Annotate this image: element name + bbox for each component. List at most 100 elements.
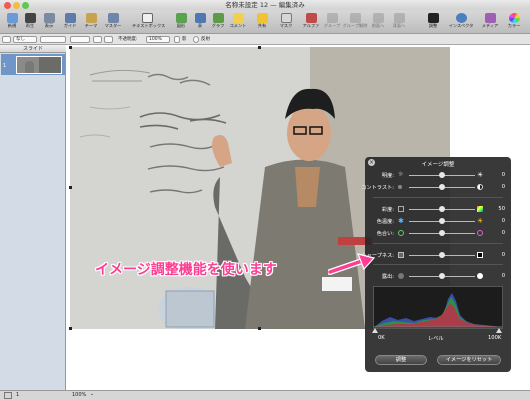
shadow-checkbox[interactable] [174,36,180,43]
slider-knob[interactable] [439,184,445,190]
window-title: 名称未設定 12 — 編集済み [225,1,305,9]
tint-green-icon [398,230,404,236]
sharpness-value: 0 [501,252,505,258]
contrast-label: コントラスト: [361,185,394,191]
color-icon [508,13,520,23]
selection-handle[interactable] [69,46,72,49]
exposure-slider[interactable] [409,273,475,279]
media-icon [484,13,496,23]
toolbar-share-button[interactable]: 共有 [253,12,271,33]
inspector-icon [455,13,467,23]
divider [373,264,503,265]
zoom-select[interactable]: 100% [72,392,86,398]
play-icon [24,13,36,23]
back-icon [393,13,405,23]
contrast-value: 0 [501,184,505,190]
slide-navigator-header: スライド [0,45,66,53]
toolbar-label: インスペクタ [448,23,474,28]
zoom-chevron-icon[interactable]: ⌄ [90,391,94,397]
slide-thumbnail[interactable] [16,56,62,74]
brightness-row: 明度: ☼ ☀ 0 [365,171,511,180]
sharpness-slider[interactable] [409,252,475,258]
exposure-value: 0 [501,273,505,279]
exposure-label: 露出: [381,274,394,280]
ungroup-icon [349,13,361,23]
saturation-low-icon [398,206,404,212]
thumbnail-whiteboard [17,57,39,73]
contrast-low-icon [398,185,402,189]
exposure-high-icon [477,273,483,279]
brightness-value: 0 [501,172,505,178]
toolbar-adjust-button[interactable]: 調整 [424,12,442,33]
toolbar-mask-button[interactable]: マスク [277,12,295,33]
slider-knob[interactable] [439,230,445,236]
toolbar-comment-button[interactable]: コメント [229,12,247,33]
format-bar: なし 不透明度: 100% 影 反射 [0,34,530,45]
reflection-checkbox[interactable] [193,36,199,43]
toolbar-label: 調整 [428,23,438,28]
levels-center-label: レベル [428,336,444,342]
toolbar-ungroup-button[interactable]: グループ解除 [343,12,367,33]
slider-knob[interactable] [439,252,445,258]
toolbar-master-button[interactable]: マスター [104,12,122,33]
toolbar-group-button[interactable]: グループ [323,12,341,33]
slide-layout-icon[interactable] [4,392,12,399]
toolbar: 新規 再生 表示 ガイド テーマ マスター テキストボックス 図形 表 グラフ … [0,10,530,34]
slider-knob[interactable] [439,218,445,224]
contrast-slider[interactable] [409,184,475,190]
levels-max-label: 100K [488,335,502,341]
reflection-label: 反射 [201,37,210,42]
slider-knob[interactable] [439,273,445,279]
toolbar-label: カラー [507,23,521,28]
slide-thumbnail-row[interactable]: 1 [1,54,65,75]
adjust-icon [427,13,439,23]
theme-icon [85,13,97,23]
selection-handle[interactable] [258,327,261,330]
exposure-row: 露出: 0 [365,272,511,281]
stroke-width-select[interactable] [40,36,66,43]
saturation-slider[interactable] [409,206,475,212]
sun-small-icon: ☼ [398,171,404,178]
levels-black-point[interactable] [372,328,378,333]
temperature-slider[interactable] [409,218,475,224]
toolbar-back-button[interactable]: 背面へ [390,12,408,33]
levels-histogram[interactable] [373,286,503,329]
saturation-value: 50 [498,206,505,212]
toolbar-media-button[interactable]: メディア [481,12,499,33]
opacity-select[interactable]: 100% [146,36,170,43]
tint-value: 0 [501,230,505,236]
selection-handle[interactable] [258,46,261,49]
slide-count: 1 [16,392,20,398]
reset-image-button[interactable]: イメージをリセット [437,355,501,365]
shape-icon [175,13,187,23]
toolbar-color-button[interactable]: カラー [505,12,523,33]
textbox-icon [141,13,153,23]
levels-white-point[interactable] [496,328,502,333]
line-color-well[interactable] [104,36,113,43]
temperature-label: 色温度: [376,219,394,225]
auto-adjust-button[interactable]: 調整 [375,355,427,365]
saturation-row: 彩度: 50 [365,205,511,214]
line-style-select[interactable] [70,36,90,43]
slider-knob[interactable] [439,206,445,212]
stroke-select[interactable]: なし [13,36,37,43]
tint-slider[interactable] [409,230,475,236]
opacity-label: 不透明度: [118,37,138,42]
toolbar-inspector-button[interactable]: インスペクタ [449,12,473,33]
brightness-slider[interactable] [409,172,475,178]
stroke-style-button[interactable] [2,36,11,43]
contrast-row: コントラスト: 0 [361,183,511,192]
fill-color-well[interactable] [93,36,102,43]
slide-navigator: スライド 1 [0,45,66,390]
slider-knob[interactable] [439,172,445,178]
status-bar: 1 100% ⌄ [0,390,530,400]
selection-handle[interactable] [69,327,72,330]
annotation-caption: イメージ調整機能を使います [95,262,277,278]
saturation-label: 彩度: [381,207,394,213]
table-icon [194,13,206,23]
selection-handle[interactable] [69,186,72,189]
title-bar: 名称未設定 12 — 編集済み [0,0,530,10]
toolbar-textbox-button[interactable]: テキストボックス [132,12,165,33]
toolbar-label: テキストボックス [132,23,166,28]
divider [373,243,503,244]
